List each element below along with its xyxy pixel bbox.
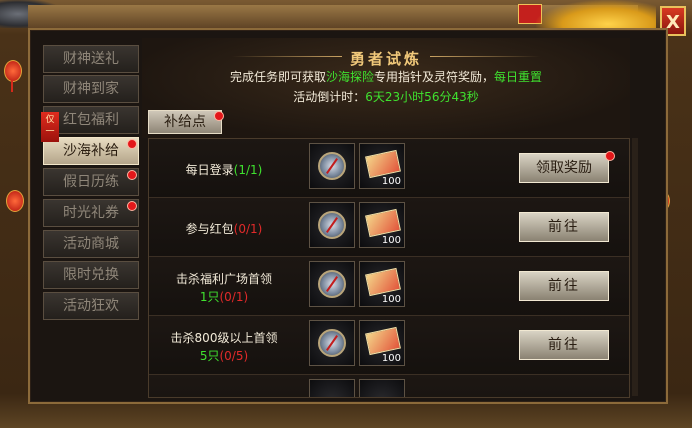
task-count: 5只 <box>199 349 220 363</box>
compass-icon <box>318 270 346 298</box>
talisman-icon <box>365 208 401 238</box>
sidebar-item-label: 假日历练 <box>63 174 119 190</box>
reward-quantity: 100 <box>381 176 401 187</box>
notification-dot <box>127 201 137 211</box>
reward-slot[interactable] <box>309 261 355 307</box>
task-progress: (0/1) <box>219 290 249 304</box>
main-panel: 勇者试炼 完成任务即可获取沙海探险专用指针及灵符奖励，每日重置 活动倒计时：6天… <box>142 38 630 400</box>
event-description: 完成任务即可获取沙海探险专用指针及灵符奖励，每日重置 <box>142 68 630 85</box>
task-title: 击杀800级以上首领 <box>170 331 278 345</box>
button-label: 前往 <box>548 219 580 235</box>
task-name: 参与红包(0/1) <box>149 220 299 237</box>
sidebar-item-label: 活动商城 <box>63 236 119 252</box>
countdown-label: 活动倒计时： <box>293 90 366 104</box>
task-progress: (1/1) <box>233 163 263 177</box>
talisman-icon <box>365 267 401 297</box>
task-count: 1只 <box>199 290 220 304</box>
compass-icon <box>318 211 346 239</box>
go-button[interactable]: 前往 <box>519 212 609 242</box>
task-list[interactable]: 每日登录(1/1) 100 领取奖励 参与红包(0/1) 100 前往 击杀福利… <box>148 138 630 398</box>
sidebar-item-limited-exchange[interactable]: 限时兑换 <box>43 261 139 289</box>
task-name: 击杀福利广场首领 <box>149 270 299 287</box>
compass-icon <box>318 152 346 180</box>
desc-reset: 每日重置 <box>494 70 543 84</box>
notification-dot <box>127 139 137 149</box>
task-title: 每日登录 <box>185 163 234 177</box>
reward-slot[interactable]: 100 <box>359 320 405 366</box>
task-row: 每日登录(1/1) 100 领取奖励 <box>149 139 629 198</box>
task-row: 击杀800级以上首领 5只(0/5) 100 前往 <box>149 316 629 375</box>
reward-quantity: 100 <box>381 353 401 364</box>
task-name: 每日登录(1/1) <box>149 161 299 178</box>
go-button[interactable]: 前往 <box>519 271 609 301</box>
gold-coins-icon <box>536 0 656 30</box>
task-title: 参与红包 <box>185 222 234 236</box>
reward-slot[interactable] <box>359 379 405 397</box>
sidebar-item-caishen-home[interactable]: 财神到家 <box>43 75 139 103</box>
supply-point-button[interactable]: 补给点 <box>148 110 222 134</box>
sidebar-item-label: 限时兑换 <box>63 267 119 283</box>
tassel-icon <box>11 80 13 92</box>
sidebar-item-label: 红包福利 <box>63 112 119 128</box>
notification-dot <box>214 111 224 121</box>
button-label: 领取奖励 <box>536 160 592 176</box>
lantern-icon <box>6 190 24 212</box>
reward-slot[interactable] <box>309 379 355 397</box>
sidebar-item-event-shop[interactable]: 活动商城 <box>43 230 139 258</box>
reward-slot[interactable]: 100 <box>359 143 405 189</box>
claim-reward-button[interactable]: 领取奖励 <box>519 153 609 183</box>
supply-point-label: 补给点 <box>164 114 206 130</box>
sidebar-item-carnival[interactable]: 活动狂欢 <box>43 292 139 320</box>
talisman-icon <box>365 149 401 179</box>
reward-quantity: 100 <box>381 235 401 246</box>
desc-highlight: 沙海探险 <box>325 70 374 84</box>
sidebar-item-caishen-gift[interactable]: 财神送礼 <box>43 45 139 73</box>
lantern-icon <box>4 60 22 82</box>
sidebar-item-label: 活动狂欢 <box>63 298 119 314</box>
task-progress: (0/1) <box>233 222 263 236</box>
task-row: 参与红包(0/1) 100 前往 <box>149 198 629 257</box>
task-subprogress: 1只(0/1) <box>149 288 299 305</box>
compass-icon <box>318 329 346 357</box>
sidebar-item-label: 沙海补给 <box>63 143 119 159</box>
notification-dot <box>605 151 615 161</box>
sidebar-item-label: 财神送礼 <box>63 51 119 67</box>
sidebar-item-label: 财神到家 <box>63 81 119 97</box>
task-list-scrollbar[interactable] <box>632 138 638 396</box>
notification-dot <box>127 170 137 180</box>
talisman-icon <box>365 326 401 356</box>
task-row: 击杀福利广场首领 1只(0/1) 100 前往 <box>149 257 629 316</box>
task-row <box>149 375 629 397</box>
event-countdown: 活动倒计时：6天23小时56分43秒 <box>142 88 630 105</box>
sidebar-item-time-coupon[interactable]: 时光礼券 <box>43 199 139 227</box>
task-subprogress: 5只(0/5) <box>149 347 299 364</box>
event-title: 勇者试炼 <box>349 50 422 68</box>
desc-text: 完成任务即可获取 <box>229 70 326 84</box>
task-title: 击杀福利广场首领 <box>175 272 272 286</box>
countdown-value: 6天23小时56分43秒 <box>365 90 479 104</box>
task-name: 击杀800级以上首领 <box>149 329 299 346</box>
sidebar-item-holiday-training[interactable]: 假日历练 <box>43 168 139 196</box>
reward-slot[interactable] <box>309 143 355 189</box>
reward-slot[interactable]: 100 <box>359 202 405 248</box>
go-button[interactable]: 前往 <box>519 330 609 360</box>
ribbon-label: 仅 一 <box>45 115 55 137</box>
desc-text: 专用指针及灵符奖励， <box>374 70 495 84</box>
reward-slot[interactable] <box>309 320 355 366</box>
task-progress: (0/5) <box>219 349 249 363</box>
limited-ribbon: 仅 一 <box>41 112 59 142</box>
button-label: 前往 <box>548 278 580 294</box>
button-label: 前往 <box>548 337 580 353</box>
sidebar-item-label: 时光礼券 <box>63 205 119 221</box>
reward-quantity: 100 <box>381 294 401 305</box>
reward-slot[interactable] <box>309 202 355 248</box>
reward-slot[interactable]: 100 <box>359 261 405 307</box>
